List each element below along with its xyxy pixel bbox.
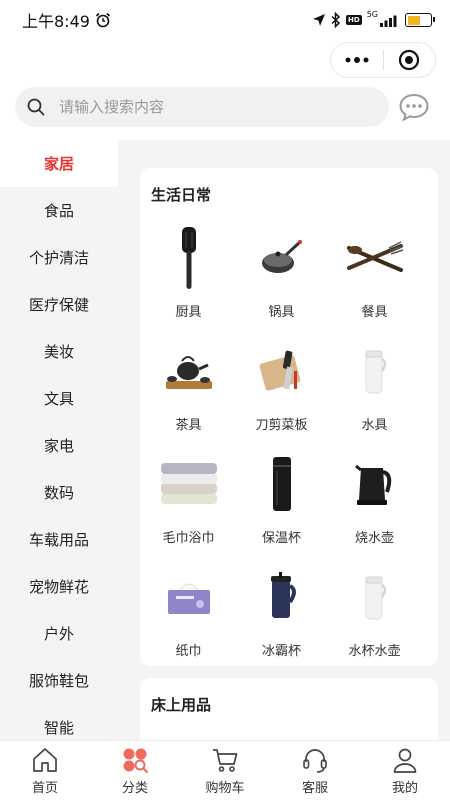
- category-item-smart[interactable]: 智能: [0, 704, 118, 740]
- category-content: 生活日常 厨具 锅具 餐具 茶具 刀剪菜板 水具 毛巾浴巾 保温杯 烧水壶 纸巾…: [118, 140, 450, 740]
- category-item-home[interactable]: 家居: [0, 140, 118, 187]
- cutlery-icon: [340, 225, 410, 291]
- subcategory-label: 锅具: [268, 305, 295, 320]
- subcategory-item[interactable]: 冰霸杯: [235, 564, 328, 677]
- subcategory-grid: 厨具 锅具 餐具 茶具 刀剪菜板 水具 毛巾浴巾 保温杯 烧水壶 纸巾 冰霸杯 …: [140, 225, 438, 677]
- tumbler-icon: [247, 564, 317, 630]
- tab-category[interactable]: 分类: [90, 741, 180, 800]
- alarm-icon: [95, 12, 111, 28]
- subcategory-item[interactable]: 烧水壶: [328, 451, 421, 564]
- subcategory-item[interactable]: 餐具: [328, 225, 421, 338]
- battery-icon: [405, 13, 435, 27]
- tab-label: 首页: [31, 781, 58, 796]
- subcategory-label: 毛巾浴巾: [162, 531, 215, 546]
- category-item-pets-flowers[interactable]: 宠物鲜花: [0, 563, 118, 610]
- tissue-icon: [154, 564, 224, 630]
- water-bottle-icon: [340, 338, 410, 404]
- subcategory-item[interactable]: 水杯水壶: [328, 564, 421, 677]
- subcategory-label: 水杯水壶: [348, 644, 401, 659]
- wok-icon: [247, 225, 317, 291]
- tab-label: 分类: [121, 781, 148, 796]
- message-icon[interactable]: [398, 92, 430, 122]
- category-item-healthcare[interactable]: 医疗保健: [0, 281, 118, 328]
- network-label: 5G: [366, 10, 378, 19]
- tab-label: 我的: [391, 781, 418, 796]
- close-miniprogram-button[interactable]: [383, 43, 435, 77]
- search-bar[interactable]: [15, 87, 389, 127]
- more-button[interactable]: [331, 43, 383, 77]
- tab-label: 客服: [301, 781, 328, 796]
- tab-cart[interactable]: 购物车: [180, 741, 270, 800]
- category-item-food[interactable]: 食品: [0, 187, 118, 234]
- tab-service[interactable]: 客服: [270, 741, 360, 800]
- cart-icon: [213, 749, 238, 772]
- headset-icon: [303, 749, 327, 773]
- bluetooth-icon: [331, 12, 341, 28]
- tab-mine[interactable]: 我的: [360, 741, 450, 800]
- category-item-car[interactable]: 车载用品: [0, 516, 118, 563]
- water-cup-icon: [340, 564, 410, 630]
- miniprogram-capsule: [330, 42, 436, 78]
- search-icon: [27, 98, 45, 116]
- subcategory-item[interactable]: 水具: [328, 338, 421, 451]
- category-item-digital[interactable]: 数码: [0, 469, 118, 516]
- tab-label: 购物车: [205, 781, 245, 796]
- subcategory-item[interactable]: 茶具: [142, 338, 235, 451]
- tea-set-icon: [154, 338, 224, 404]
- user-icon: [393, 748, 417, 773]
- home-icon: [33, 748, 57, 772]
- category-sidebar: 家居 食品 个护清洁 医疗保健 美妆 文具 家电 数码 车载用品 宠物鲜花 户外…: [0, 140, 118, 740]
- subcategory-label: 刀剪菜板: [255, 418, 308, 433]
- subcategory-label: 餐具: [361, 305, 388, 320]
- towel-icon: [154, 451, 224, 517]
- subcategory-item[interactable]: 纸巾: [142, 564, 235, 677]
- cutting-board-icon: [247, 338, 317, 404]
- category-icon: [123, 748, 148, 773]
- kettle-icon: [340, 451, 410, 517]
- subcategory-item[interactable]: 保温杯: [235, 451, 328, 564]
- search-input[interactable]: [59, 98, 359, 116]
- more-dots-icon: [345, 57, 369, 63]
- subcategory-item[interactable]: 厨具: [142, 225, 235, 338]
- section-title: 床上用品: [151, 696, 212, 714]
- category-item-stationery[interactable]: 文具: [0, 375, 118, 422]
- category-item-outdoor[interactable]: 户外: [0, 610, 118, 657]
- subcategory-item[interactable]: 毛巾浴巾: [142, 451, 235, 564]
- hd-badge: HD: [346, 15, 362, 25]
- subcategory-label: 烧水壶: [354, 531, 394, 546]
- subcategory-label: 保温杯: [261, 531, 301, 546]
- category-item-personal-care[interactable]: 个护清洁: [0, 234, 118, 281]
- thermos-icon: [247, 451, 317, 517]
- subcategory-item[interactable]: 刀剪菜板: [235, 338, 328, 451]
- status-time: 上午8:49: [22, 12, 90, 31]
- status-bar: 上午8:49 HD 5G: [0, 0, 450, 40]
- section-title: 生活日常: [151, 186, 212, 204]
- subcategory-label: 水具: [361, 418, 388, 433]
- subcategory-item[interactable]: 锅具: [235, 225, 328, 338]
- spatula-icon: [154, 225, 224, 291]
- section-card-bedding: 床上用品: [140, 678, 438, 740]
- category-item-appliances[interactable]: 家电: [0, 422, 118, 469]
- signal-icon: [380, 15, 397, 27]
- subcategory-label: 纸巾: [175, 644, 202, 659]
- category-item-apparel[interactable]: 服饰鞋包: [0, 657, 118, 704]
- bottom-tab-bar: 首页 分类 购物车 客服 我的: [0, 740, 450, 800]
- category-item-beauty[interactable]: 美妆: [0, 328, 118, 375]
- subcategory-label: 茶具: [175, 418, 202, 433]
- target-icon: [399, 49, 420, 71]
- location-icon: [313, 14, 326, 26]
- subcategory-label: 冰霸杯: [261, 644, 301, 659]
- tab-home[interactable]: 首页: [0, 741, 90, 800]
- section-card: 生活日常 厨具 锅具 餐具 茶具 刀剪菜板 水具 毛巾浴巾 保温杯 烧水壶 纸巾…: [140, 168, 438, 666]
- subcategory-label: 厨具: [175, 305, 202, 320]
